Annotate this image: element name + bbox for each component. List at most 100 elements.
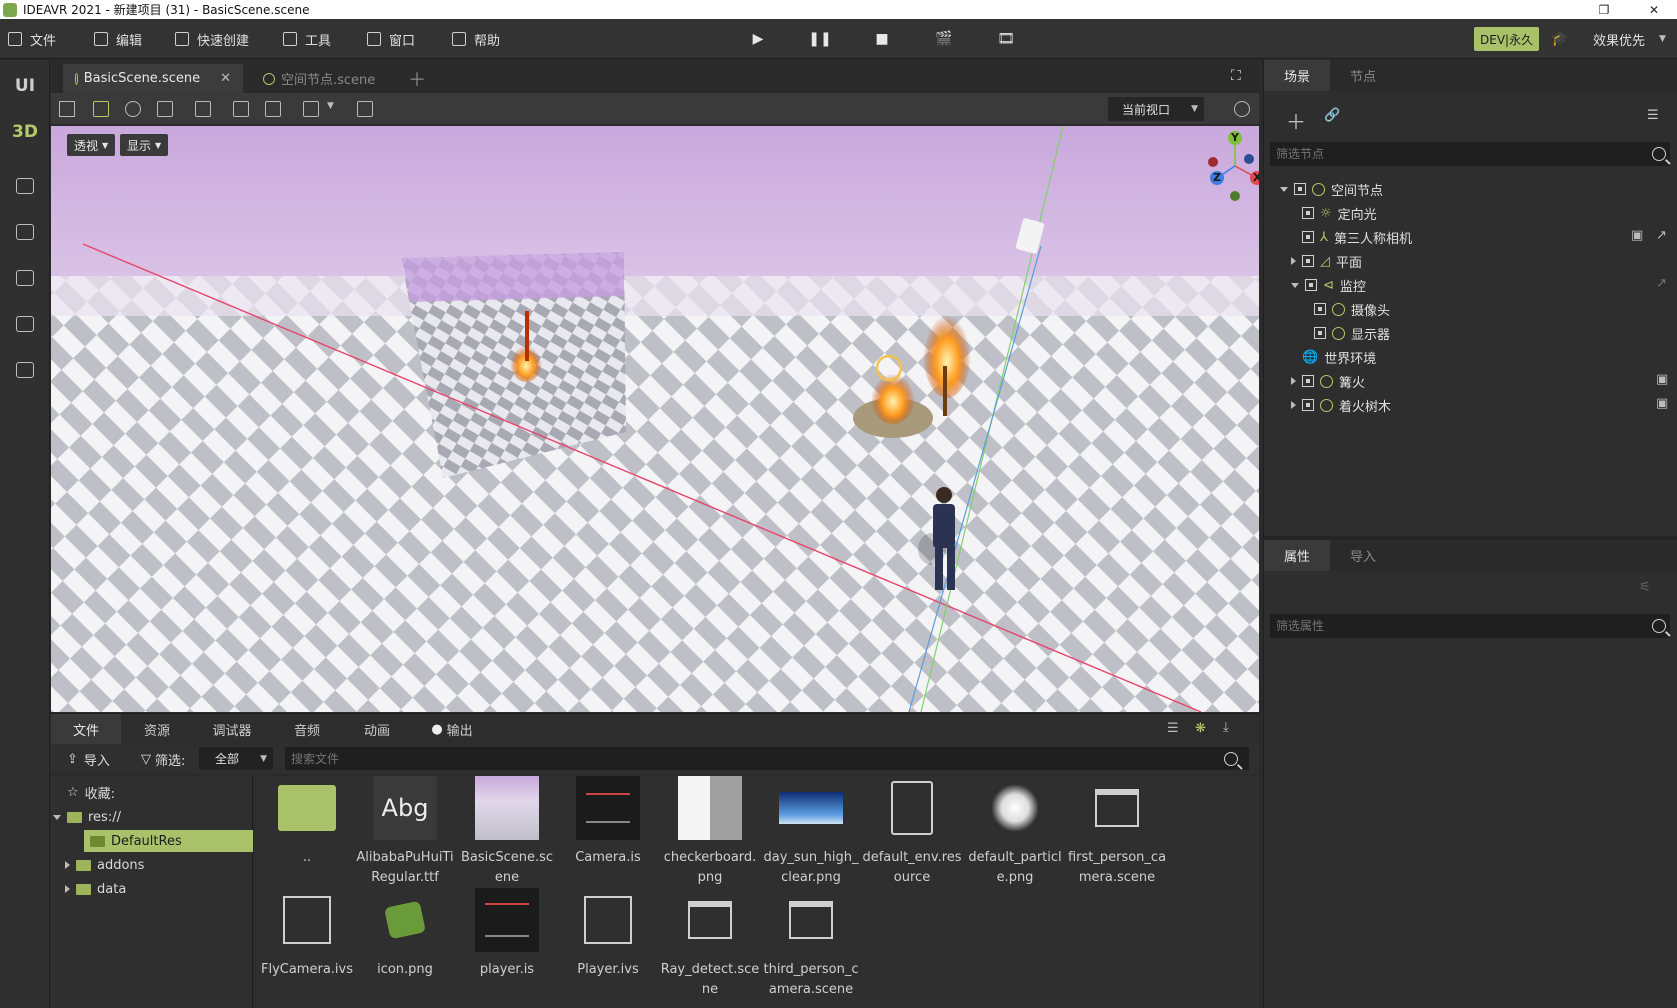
node-display[interactable]: 显示器: [1314, 321, 1390, 345]
play-scene-icon[interactable]: 🎬: [935, 30, 953, 48]
node-third-person-camera[interactable]: ⅄ 第三人称相机: [1302, 225, 1412, 249]
play-custom-scene-icon[interactable]: 🎞: [997, 30, 1015, 48]
chevron-down-icon[interactable]: ▼: [327, 101, 334, 111]
favorites-item[interactable]: ☆ 收藏:: [67, 781, 115, 803]
instance-icon[interactable]: ▣: [1656, 396, 1668, 411]
move-tool-icon[interactable]: [93, 101, 109, 117]
quality-select[interactable]: 效果优先 ▼: [1593, 19, 1666, 59]
list-view-icon[interactable]: ☰: [1167, 721, 1179, 736]
signal-icon[interactable]: ↗: [1656, 276, 1667, 291]
close-icon[interactable]: ✕: [1631, 0, 1677, 19]
file-item[interactable]: BasicScene.scene: [457, 776, 557, 888]
tab-audio[interactable]: 音频: [277, 714, 337, 745]
script-attached-icon[interactable]: ▣: [1631, 228, 1643, 243]
new-tab-button[interactable]: ＋: [396, 64, 438, 93]
search-icon[interactable]: [1652, 147, 1666, 161]
close-tab-icon[interactable]: ✕: [220, 71, 231, 86]
menu-edit[interactable]: 编辑: [94, 19, 142, 59]
visibility-checkbox[interactable]: [1302, 399, 1314, 411]
restore-icon[interactable]: ❐: [1581, 0, 1627, 19]
visibility-checkbox[interactable]: [1302, 231, 1314, 243]
file-item[interactable]: third_person_camera.scene: [761, 888, 861, 1000]
node-campfire[interactable]: 篝火: [1291, 369, 1365, 393]
signal-icon[interactable]: ↗: [1656, 228, 1667, 243]
local-axis-icon[interactable]: [233, 101, 249, 117]
tab-output[interactable]: ● 输出: [417, 714, 487, 745]
node-monitor[interactable]: ⊲ 监控: [1291, 273, 1366, 297]
link-icon[interactable]: 🔗: [1324, 108, 1340, 123]
visibility-checkbox[interactable]: [1314, 327, 1326, 339]
file-item[interactable]: Ray_detect.scene: [660, 888, 760, 1000]
fullscreen-icon[interactable]: ⛶: [1231, 68, 1241, 84]
visibility-checkbox[interactable]: [1302, 207, 1314, 219]
graph-mode-button[interactable]: [9, 170, 41, 202]
file-item[interactable]: default_particle.png: [965, 776, 1065, 888]
tab-debugger[interactable]: 调试器: [197, 714, 267, 745]
filter-select[interactable]: 全部 ▼: [199, 747, 273, 770]
lock-select-icon[interactable]: [195, 101, 211, 117]
property-filter-input[interactable]: [1270, 614, 1670, 638]
tab-resources[interactable]: 资源: [127, 714, 187, 745]
scale-tool-icon[interactable]: [157, 101, 173, 117]
node-world-environment[interactable]: 🌐 世界环境: [1302, 345, 1376, 369]
export-button[interactable]: [9, 308, 41, 340]
docs-button[interactable]: [9, 354, 41, 386]
select-tool-icon[interactable]: [59, 101, 75, 117]
tree-item-data[interactable]: data: [65, 878, 126, 900]
file-item[interactable]: player.is: [457, 888, 557, 980]
file-item[interactable]: icon.png: [355, 888, 455, 980]
settings-panel-button[interactable]: [9, 262, 41, 294]
file-item[interactable]: Abg AlibabaPuHuiTiRegular.ttf: [355, 776, 455, 888]
pause-icon[interactable]: ❚❚: [808, 30, 831, 48]
file-item[interactable]: ..: [257, 776, 357, 868]
file-item[interactable]: default_env.resource: [862, 776, 962, 888]
file-search-input[interactable]: [285, 747, 1249, 770]
tab-scene[interactable]: 场景: [1264, 60, 1330, 91]
import-button[interactable]: ⇪ 导入: [67, 750, 110, 769]
tab-import[interactable]: 导入: [1330, 540, 1396, 571]
download-icon[interactable]: ⤓: [1223, 720, 1229, 735]
instance-icon[interactable]: ▣: [1656, 372, 1668, 387]
tree-item-defaultres[interactable]: DefaultRes: [84, 830, 253, 852]
node-spatial-root[interactable]: 空间节点: [1280, 177, 1383, 201]
file-item[interactable]: day_sun_high_clear.png: [761, 776, 861, 888]
file-item[interactable]: Camera.is: [558, 776, 658, 868]
tab-files[interactable]: 文件: [51, 714, 121, 745]
tab-basic-scene[interactable]: BasicScene.scene ✕: [63, 64, 243, 93]
graduation-cap-icon[interactable]: 🎓: [1551, 30, 1569, 48]
tab-animation[interactable]: 动画: [347, 714, 407, 745]
display-button[interactable]: 显示 ▼: [120, 134, 169, 156]
ui-mode-button[interactable]: UI: [9, 70, 41, 102]
node-directional-light[interactable]: ☼ 定向光: [1302, 201, 1377, 225]
view-select[interactable]: 当前视口 ▼: [1108, 97, 1204, 121]
search-icon[interactable]: [1652, 619, 1666, 633]
license-badge[interactable]: DEV|永久: [1474, 27, 1540, 51]
visibility-checkbox[interactable]: [1302, 375, 1314, 387]
visibility-checkbox[interactable]: [1294, 183, 1306, 195]
file-item[interactable]: first_person_camera.scene: [1067, 776, 1167, 888]
file-item[interactable]: checkerboard.png: [660, 776, 760, 888]
menu-quick-create[interactable]: 快速创建: [175, 19, 249, 59]
store-button[interactable]: [9, 216, 41, 248]
snap-icon[interactable]: [265, 101, 281, 117]
node-plane[interactable]: ◿ 平面: [1291, 249, 1362, 273]
layout-icon[interactable]: [303, 101, 319, 117]
visibility-checkbox[interactable]: [1314, 303, 1326, 315]
tab-properties[interactable]: 属性: [1264, 540, 1330, 571]
node-filter-input[interactable]: [1270, 142, 1670, 166]
3d-viewport[interactable]: 透视 ▼ 显示 ▼ Y X Z: [51, 126, 1259, 712]
grid-view-icon[interactable]: ❋: [1195, 721, 1206, 736]
search-icon[interactable]: [1224, 752, 1238, 766]
play-icon[interactable]: ▶: [749, 30, 767, 48]
file-item[interactable]: Player.ivs: [558, 888, 658, 980]
menu-file[interactable]: 文件: [8, 19, 56, 59]
menu-window[interactable]: 窗口: [367, 19, 415, 59]
tree-item-res[interactable]: res://: [53, 806, 121, 828]
menu-icon[interactable]: ☰: [1647, 108, 1659, 123]
perspective-button[interactable]: 透视 ▼: [67, 134, 116, 156]
tab-nodes[interactable]: 节点: [1330, 60, 1396, 91]
3d-mode-button[interactable]: 3D: [9, 116, 41, 148]
node-burning-tree[interactable]: 着火树木: [1291, 393, 1391, 417]
menu-help[interactable]: 帮助: [452, 19, 500, 59]
add-node-icon[interactable]: ＋: [1286, 106, 1306, 135]
